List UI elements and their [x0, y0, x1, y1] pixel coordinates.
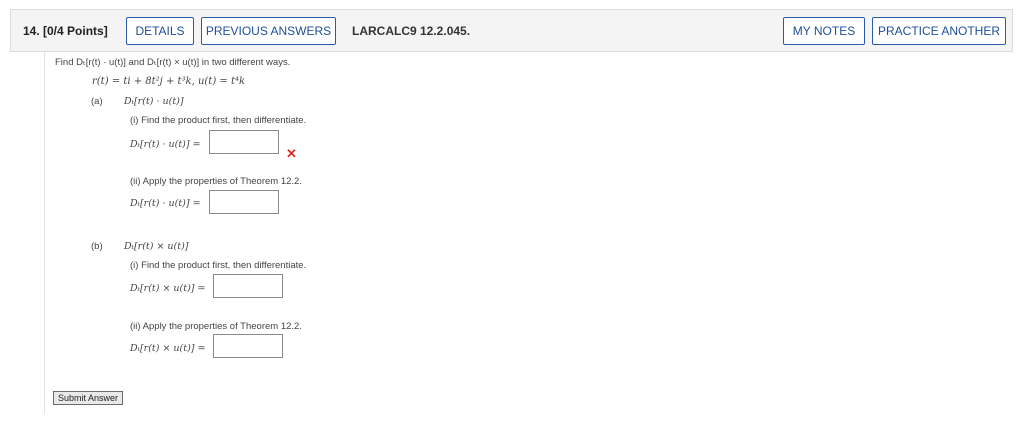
part-a-step1-expr: Dₜ[r(t) · u(t)] =: [130, 139, 201, 150]
my-notes-button[interactable]: MY NOTES: [783, 17, 865, 45]
given-functions: r(t) = ti + 8t²j + t³k, u(t) = t⁴k: [92, 76, 246, 87]
part-a-heading: Dₜ[r(t) · u(t)]: [124, 96, 184, 107]
question-header: 14. [0/4 Points] DETAILS PREVIOUS ANSWER…: [10, 9, 1013, 52]
part-a-step1-answer-input[interactable]: [209, 130, 279, 154]
part-b-step2-text: (ii) Apply the properties of Theorem 12.…: [130, 321, 302, 332]
question-body: [44, 52, 1004, 414]
question-number: 14. [0/4 Points]: [23, 24, 108, 38]
practice-another-button[interactable]: PRACTICE ANOTHER: [872, 17, 1006, 45]
details-button[interactable]: DETAILS: [126, 17, 194, 45]
part-a-step2-answer-input[interactable]: [209, 190, 279, 214]
part-a-step1-text: (i) Find the product first, then differe…: [130, 115, 307, 126]
part-b-step2-expr: Dₜ[r(t) × u(t)] =: [130, 343, 206, 354]
part-a-label: (a): [91, 96, 103, 107]
instruction-text: Find Dₜ[r(t) · u(t)] and Dₜ[r(t) × u(t)]…: [55, 57, 291, 68]
part-a-step2-text: (ii) Apply the properties of Theorem 12.…: [130, 176, 302, 187]
part-a-step2-expr: Dₜ[r(t) · u(t)] =: [130, 198, 201, 209]
previous-answers-button[interactable]: PREVIOUS ANSWERS: [201, 17, 336, 45]
part-b-heading: Dₜ[r(t) × u(t)]: [124, 241, 189, 252]
part-b-label: (b): [91, 241, 103, 252]
part-b-step1-answer-input[interactable]: [213, 274, 283, 298]
part-b-step1-expr: Dₜ[r(t) × u(t)] =: [130, 283, 206, 294]
part-b-step1-text: (i) Find the product first, then differe…: [130, 260, 307, 271]
part-b-step2-answer-input[interactable]: [213, 334, 283, 358]
problem-code: LARCALC9 12.2.045.: [352, 24, 471, 38]
submit-answer-button[interactable]: Submit Answer: [53, 391, 124, 405]
incorrect-icon: ✕: [286, 146, 297, 161]
